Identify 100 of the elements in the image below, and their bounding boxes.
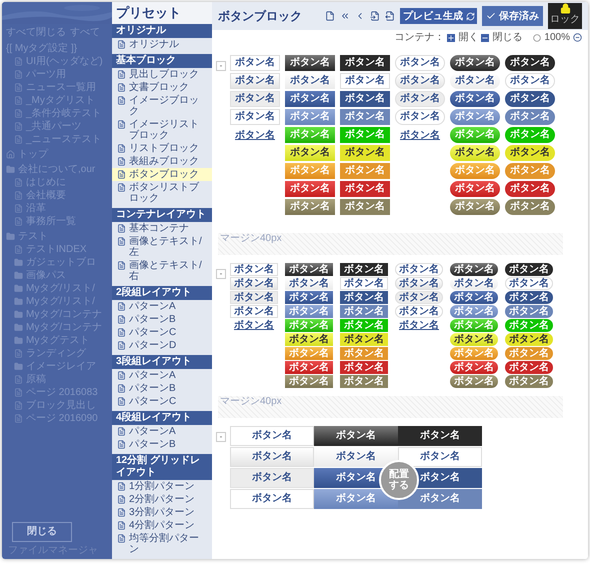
sample-button[interactable]: ボタン名 xyxy=(230,91,280,107)
preset-item[interactable]: 画像とテキスト/右 xyxy=(112,259,212,283)
sample-button[interactable]: ボタン名 xyxy=(285,91,335,107)
preset-item[interactable]: 均等分割パターン xyxy=(112,532,212,556)
minus-icon[interactable] xyxy=(481,34,490,42)
sample-button[interactable]: ボタン名 xyxy=(395,91,445,107)
sample-button[interactable]: ボタン名 xyxy=(505,277,553,290)
sample-button[interactable]: ボタン名 xyxy=(450,91,500,107)
sample-button[interactable]: ボタン名 xyxy=(230,447,314,467)
sample-button[interactable]: ボタン名 xyxy=(230,263,278,276)
sample-button[interactable]: ボタン名 xyxy=(230,277,278,290)
sample-button[interactable]: ボタン名 xyxy=(230,426,314,446)
sample-button[interactable]: ボタン名 xyxy=(230,55,280,71)
sample-button[interactable]: ボタン名 xyxy=(340,277,388,290)
collapse-toggle[interactable]: - xyxy=(216,61,226,71)
sample-button[interactable]: ボタン名 xyxy=(450,375,498,388)
preset-item[interactable]: イメージブロック xyxy=(112,94,212,118)
zoom-out-icon[interactable] xyxy=(573,33,582,42)
sample-button[interactable]: ボタン名 xyxy=(285,361,333,374)
sample-button[interactable]: ボタン名 xyxy=(395,291,443,304)
sample-button[interactable]: ボタン名 xyxy=(450,361,498,374)
preset-item[interactable]: リストブロック xyxy=(112,142,212,155)
sample-button[interactable]: ボタン名 xyxy=(398,426,482,446)
sample-button[interactable]: ボタン名 xyxy=(230,109,280,125)
sample-button[interactable]: ボタン名 xyxy=(340,199,390,215)
sample-button[interactable]: ボタン名 xyxy=(340,291,388,304)
sample-button[interactable]: ボタン名 xyxy=(505,145,555,161)
sample-button[interactable]: ボタン名 xyxy=(505,375,553,388)
preset-item[interactable]: オリジナル xyxy=(112,38,212,51)
sample-button[interactable]: ボタン名 xyxy=(505,263,553,276)
button-link[interactable]: ボタン名 xyxy=(395,319,443,332)
sample-button[interactable]: ボタン名 xyxy=(450,263,498,276)
preset-item[interactable]: 見出しブロック xyxy=(112,68,212,81)
sample-button[interactable]: ボタン名 xyxy=(395,109,445,125)
sample-button[interactable]: ボタン名 xyxy=(285,145,335,161)
sample-button[interactable]: ボタン名 xyxy=(395,55,445,71)
preset-item[interactable]: イメージリストブロック xyxy=(112,118,212,142)
sample-button[interactable]: ボタン名 xyxy=(230,73,280,89)
sample-button[interactable]: ボタン名 xyxy=(285,375,333,388)
sample-button[interactable]: ボタン名 xyxy=(398,489,482,509)
preset-item[interactable]: 3分割パターン xyxy=(112,506,212,519)
preset-item[interactable]: パターンA xyxy=(112,369,212,382)
sample-button[interactable]: ボタン名 xyxy=(450,277,498,290)
preset-item[interactable]: ボタンリストブロック xyxy=(112,181,212,205)
close-button[interactable]: 閉じる xyxy=(12,522,72,542)
preset-item[interactable]: 画像とテキスト/左 xyxy=(112,235,212,259)
sample-button[interactable]: ボタン名 xyxy=(505,291,553,304)
button-link[interactable]: ボタン名 xyxy=(395,127,445,143)
sample-button[interactable]: ボタン名 xyxy=(340,55,390,71)
preset-item[interactable]: パターンA xyxy=(112,425,212,438)
preview-button[interactable]: プレビュ生成 xyxy=(400,8,477,24)
preset-item[interactable]: 基本コンテナ xyxy=(112,222,212,235)
button-link[interactable]: ボタン名 xyxy=(230,319,278,332)
preset-item[interactable]: パターンA xyxy=(112,300,212,313)
document-arrow-icon[interactable] xyxy=(370,11,380,21)
preset-item[interactable]: パターンC xyxy=(112,395,212,408)
double-chevron-icon[interactable] xyxy=(340,11,350,21)
sample-button[interactable]: ボタン名 xyxy=(230,291,278,304)
sample-button[interactable]: ボタン名 xyxy=(340,375,388,388)
sample-button[interactable]: ボタン名 xyxy=(505,305,553,318)
sample-button[interactable]: ボタン名 xyxy=(450,199,500,215)
file-icon[interactable] xyxy=(325,11,335,21)
button-link[interactable]: ボタン名 xyxy=(230,127,280,143)
sample-button[interactable]: ボタン名 xyxy=(230,305,278,318)
sample-button[interactable]: ボタン名 xyxy=(450,73,500,89)
zoom-reset-icon[interactable] xyxy=(533,34,542,42)
sample-button[interactable]: ボタン名 xyxy=(340,73,390,89)
sample-button[interactable]: ボタン名 xyxy=(340,333,388,346)
sample-button[interactable]: ボタン名 xyxy=(285,333,333,346)
sample-button[interactable]: ボタン名 xyxy=(450,181,500,197)
sample-button[interactable]: ボタン名 xyxy=(505,181,555,197)
sample-button[interactable]: ボタン名 xyxy=(505,55,555,71)
sample-button[interactable]: ボタン名 xyxy=(314,426,398,446)
preset-item[interactable]: パターンB xyxy=(112,438,212,451)
sample-button[interactable]: ボタン名 xyxy=(395,305,443,318)
sample-button[interactable]: ボタン名 xyxy=(398,447,482,467)
preset-item[interactable]: パターンC xyxy=(112,326,212,339)
sample-button[interactable]: ボタン名 xyxy=(230,468,314,488)
preset-item[interactable]: パターンD xyxy=(112,339,212,352)
sample-button[interactable]: ボタン名 xyxy=(395,277,443,290)
sample-button[interactable]: ボタン名 xyxy=(314,447,398,467)
preset-item[interactable]: 2分割パターン xyxy=(112,493,212,506)
sample-button[interactable]: ボタン名 xyxy=(230,489,314,509)
preset-item[interactable]: パターンB xyxy=(112,382,212,395)
sample-button[interactable]: ボタン名 xyxy=(505,91,555,107)
preset-item[interactable]: パターンB xyxy=(112,313,212,326)
preset-item[interactable]: 4分割パターン xyxy=(112,519,212,532)
sample-button[interactable]: ボタン名 xyxy=(340,109,390,125)
collapse-link[interactable]: 閉じる xyxy=(492,30,522,45)
sample-button[interactable]: ボタン名 xyxy=(505,199,555,215)
sample-button[interactable]: ボタン名 xyxy=(285,55,335,71)
sample-button[interactable]: ボタン名 xyxy=(340,263,388,276)
preset-item[interactable]: 1分割パターン xyxy=(112,480,212,493)
sample-button[interactable]: ボタン名 xyxy=(285,263,333,276)
sample-button[interactable]: ボタン名 xyxy=(340,181,390,197)
sample-button[interactable]: ボタン名 xyxy=(285,199,335,215)
sample-button[interactable]: ボタン名 xyxy=(285,181,335,197)
sample-button[interactable]: ボタン名 xyxy=(450,291,498,304)
preset-item[interactable]: ボタンブロック xyxy=(112,168,212,181)
sample-button[interactable]: ボタン名 xyxy=(450,55,500,71)
